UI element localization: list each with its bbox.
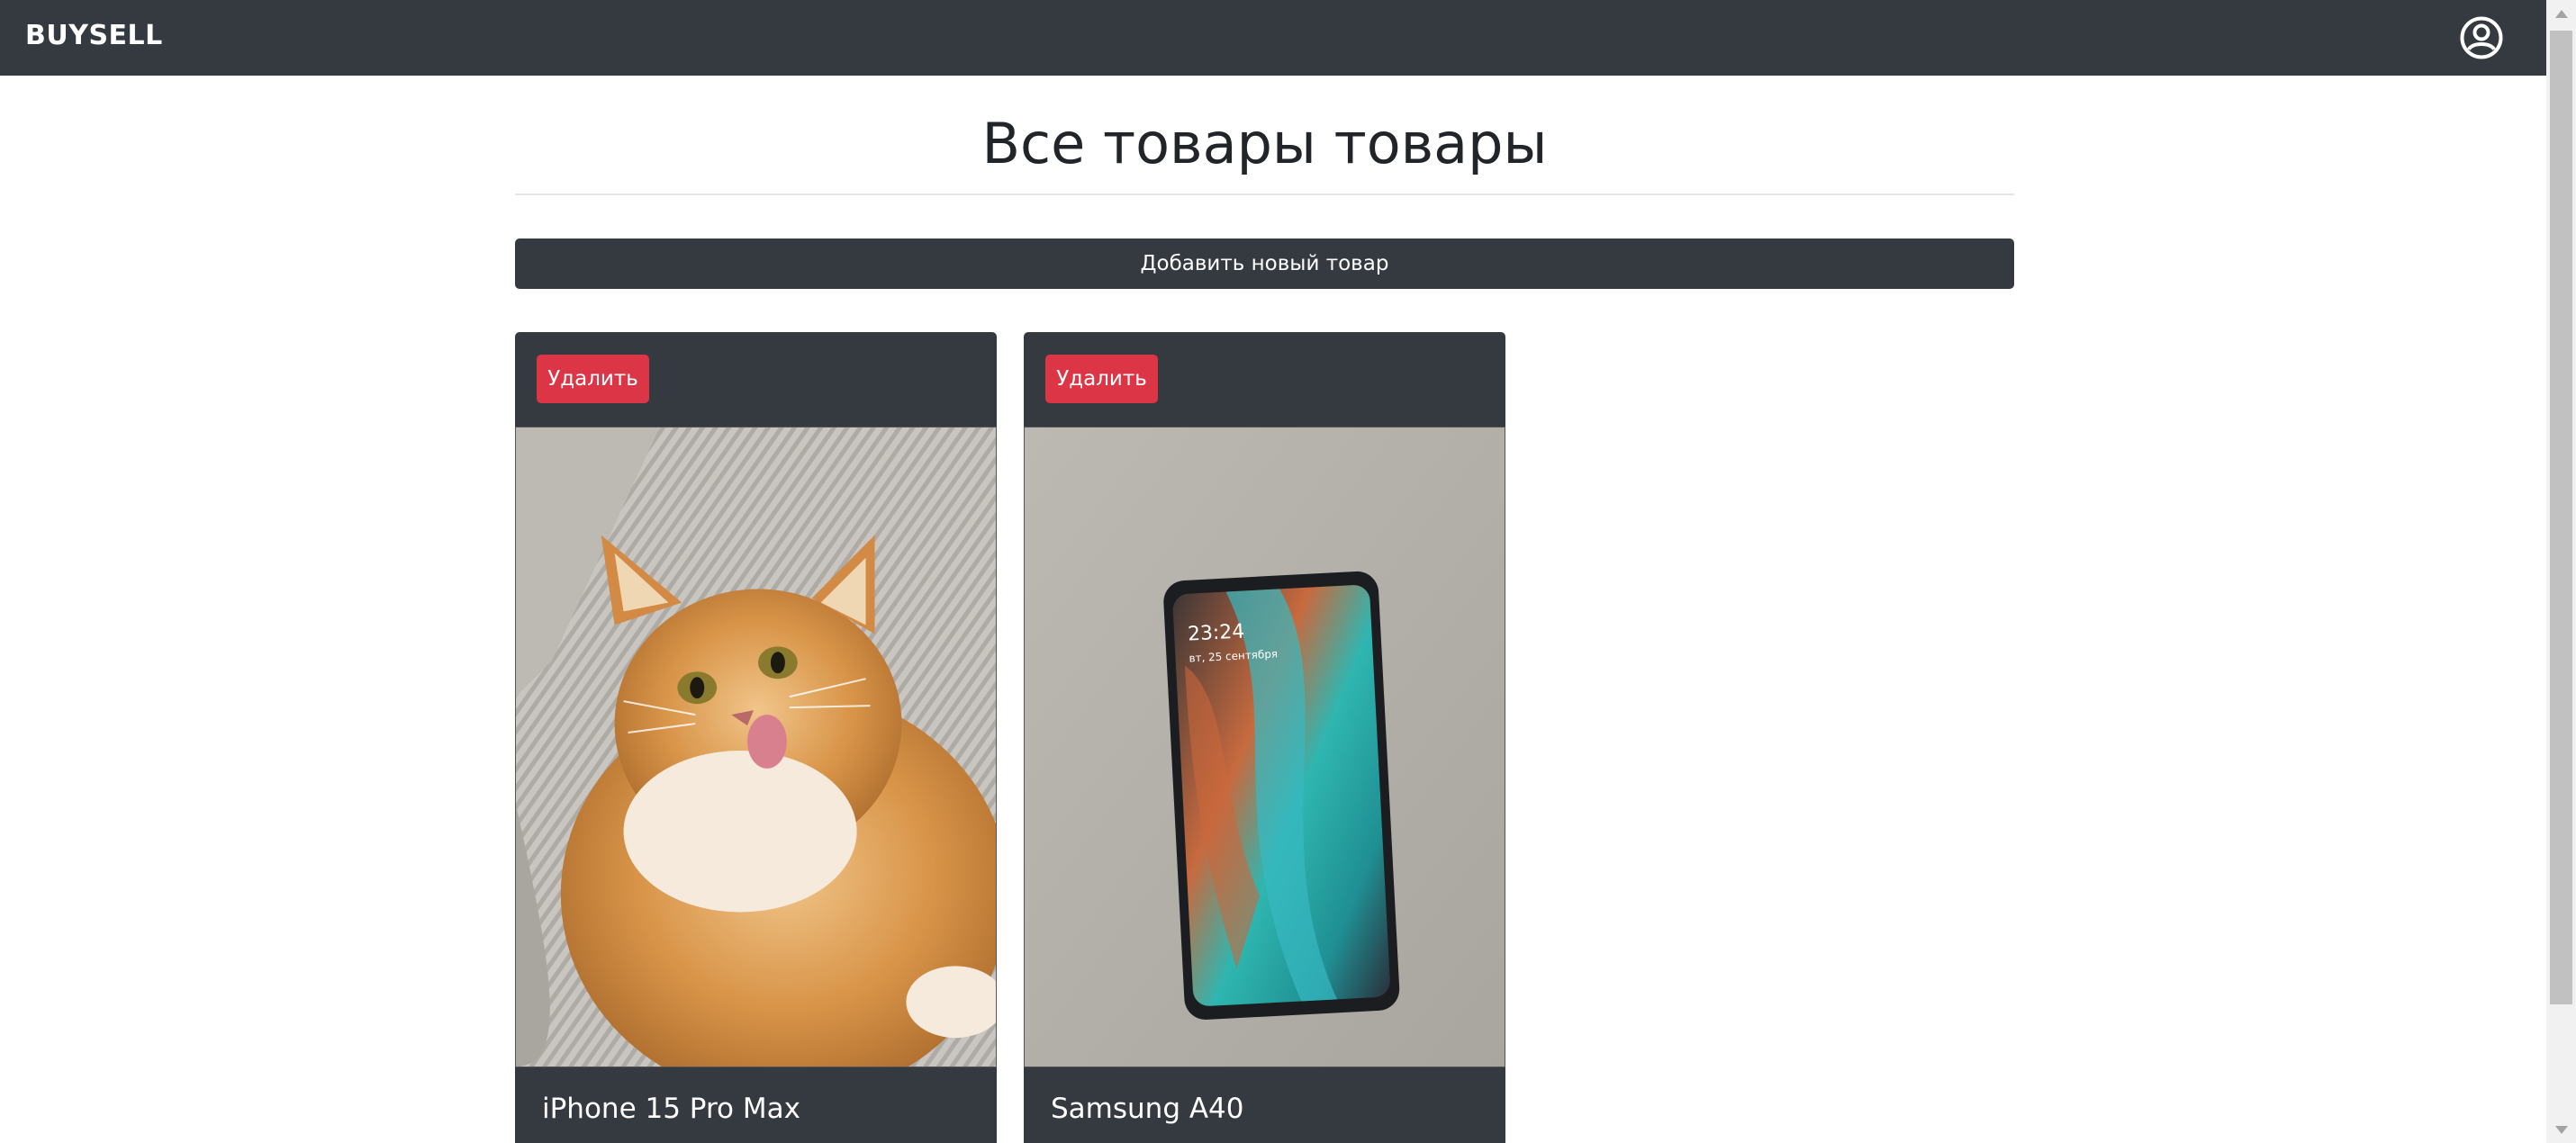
scroll-down-arrow-icon[interactable] — [2546, 1116, 2576, 1143]
title-divider — [515, 194, 2014, 195]
product-image-cat[interactable] — [515, 427, 997, 1067]
add-product-button[interactable]: Добавить новый товар — [515, 238, 2014, 289]
product-title[interactable]: Samsung A40 — [1051, 1093, 1244, 1125]
page-title: Все товары товары — [981, 111, 1548, 176]
svg-text:23:24: 23:24 — [1187, 620, 1244, 645]
scrollbar-thumb[interactable] — [2550, 31, 2572, 1004]
product-image-phone[interactable]: 23:24 вт, 25 сентября — [1024, 427, 1505, 1067]
product-title[interactable]: iPhone 15 Pro Max — [542, 1093, 800, 1125]
vertical-scrollbar[interactable] — [2546, 0, 2576, 1143]
product-card: Удалить iPhone 15 Pro Max — [515, 332, 997, 1143]
delete-product-button[interactable]: Удалить — [1045, 355, 1158, 403]
navbar: BUYSELL — [0, 0, 2546, 76]
user-profile-button[interactable] — [2459, 15, 2504, 60]
delete-product-button[interactable]: Удалить — [537, 355, 649, 403]
product-card: Удалить 23:24 вт, 25 сентября Samsung A4… — [1024, 332, 1505, 1143]
scroll-up-arrow-icon[interactable] — [2546, 0, 2576, 27]
brand-logo-link[interactable]: BUYSELL — [25, 20, 163, 51]
user-circle-icon — [2460, 16, 2503, 59]
